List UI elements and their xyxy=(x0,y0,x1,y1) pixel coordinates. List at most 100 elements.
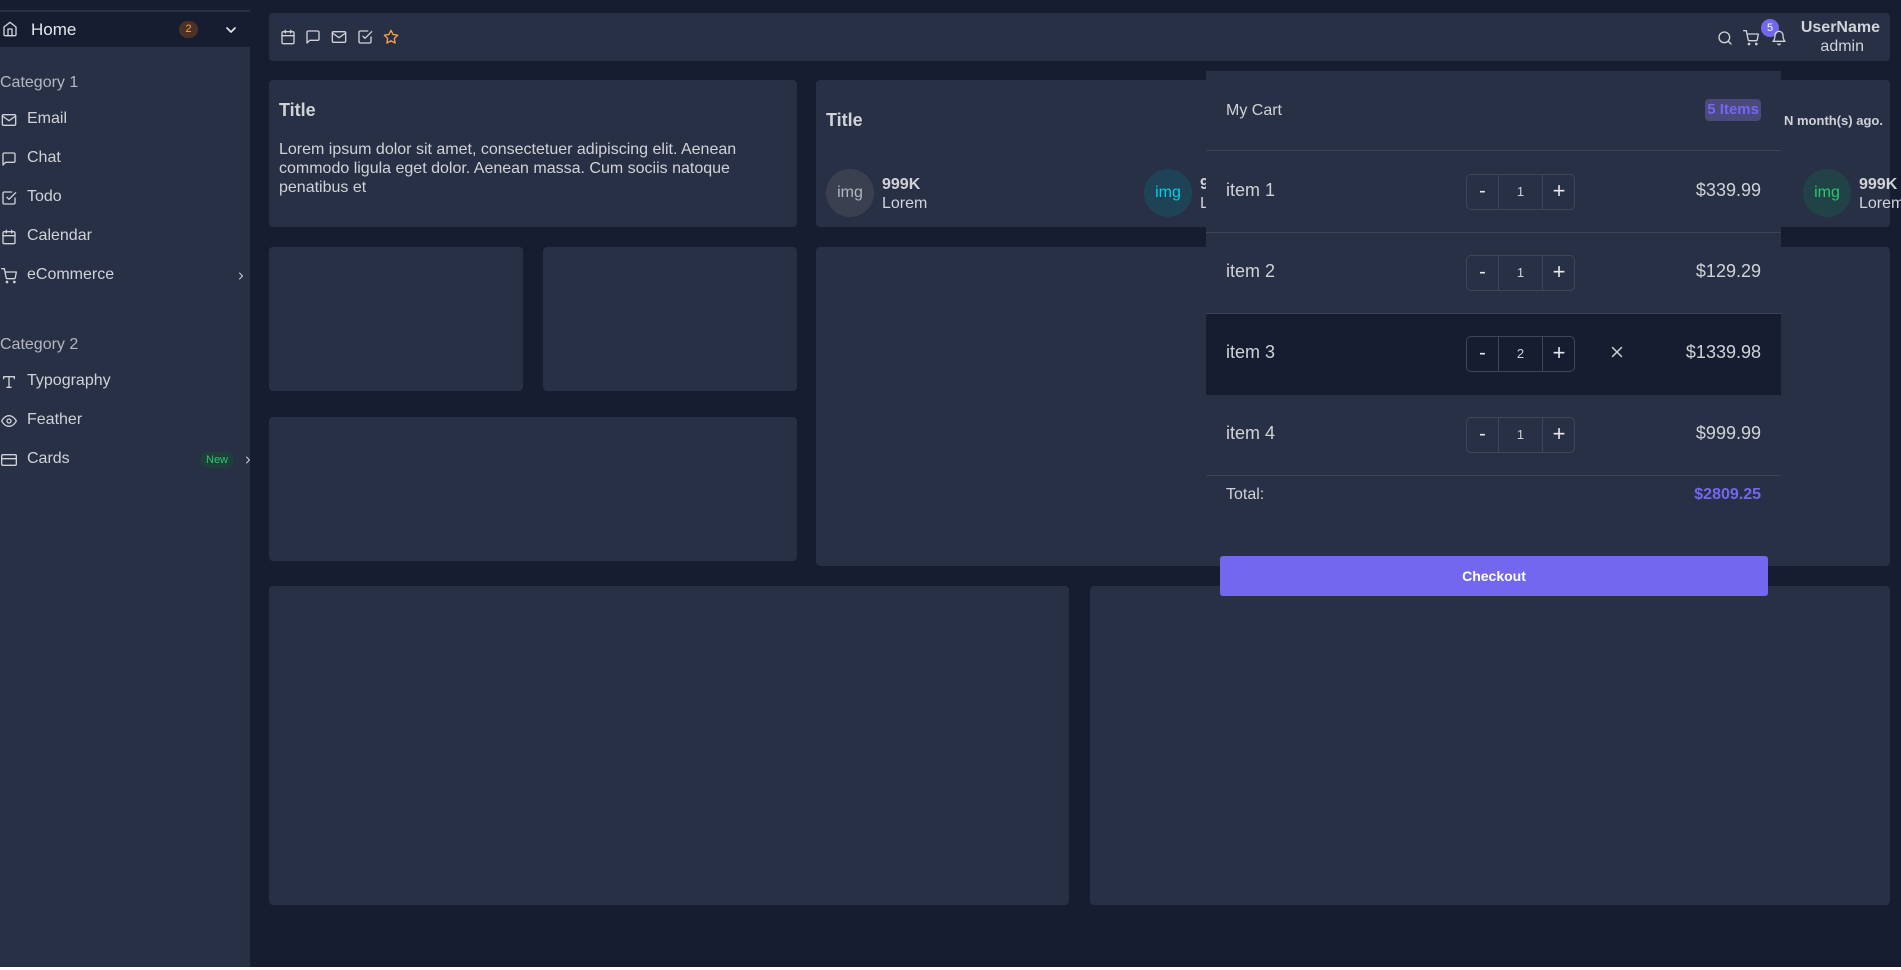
placeholder-card xyxy=(1090,586,1890,905)
shopping-cart-icon[interactable] xyxy=(1743,30,1759,46)
item-price: $339.99 xyxy=(1695,180,1761,200)
mail-icon[interactable] xyxy=(331,29,347,45)
type-icon xyxy=(3,376,15,388)
search-icon[interactable] xyxy=(1717,30,1733,46)
app-root: Home 2 Category 1 Email Chat Todo Calend… xyxy=(0,0,1901,967)
stat-value: 999K xyxy=(882,176,921,193)
sidebar-item-ecommerce[interactable]: eCommerce xyxy=(0,262,250,290)
decrement-button[interactable]: - xyxy=(1467,337,1499,371)
quantity-value[interactable]: 1 xyxy=(1499,175,1542,209)
sidebar-item-label: eCommerce xyxy=(27,266,115,283)
decrement-button[interactable]: - xyxy=(1467,175,1499,209)
calendar-icon[interactable] xyxy=(280,29,296,45)
placeholder-card xyxy=(269,417,797,561)
sidebar-item-label: Home xyxy=(31,20,77,39)
cart-item[interactable]: item 1 - 1 + $339.99 xyxy=(1206,152,1781,233)
sidebar-item-label: Email xyxy=(27,110,68,127)
text-card: Title Lorem ipsum dolor sit amet, consec… xyxy=(269,80,797,227)
sidebar-item-chat[interactable]: Chat xyxy=(0,145,250,173)
home-icon xyxy=(3,21,17,37)
increment-button[interactable]: + xyxy=(1542,256,1575,290)
sidebar-item-cards[interactable]: Cards New xyxy=(0,446,250,474)
quantity-value[interactable]: 1 xyxy=(1499,256,1542,290)
cart-item[interactable]: item 2 - 1 + $129.29 xyxy=(1206,233,1781,314)
sidebar-category-1: Category 1 xyxy=(0,74,79,91)
chevron-right-icon xyxy=(246,456,250,464)
item-name: item 2 xyxy=(1226,261,1276,281)
sidebar-item-email[interactable]: Email xyxy=(0,106,250,134)
placeholder-card xyxy=(543,247,797,391)
check-square-icon xyxy=(2,191,17,205)
check-square-icon[interactable] xyxy=(357,29,373,45)
sidebar-item-label: Feather xyxy=(27,411,83,428)
cart-item[interactable]: item 4 - 1 + $999.99 xyxy=(1206,395,1781,476)
increment-button[interactable]: + xyxy=(1542,175,1575,209)
home-count-badge: 2 xyxy=(179,21,198,38)
increment-button[interactable]: + xyxy=(1542,418,1575,452)
placeholder-card xyxy=(269,247,523,391)
mail-icon xyxy=(1,114,17,126)
item-price: $1339.98 xyxy=(1685,342,1761,362)
calendar-icon xyxy=(2,229,16,245)
cart-title: My Cart xyxy=(1226,102,1282,119)
updated-time: N month(s) ago. xyxy=(1784,113,1883,128)
sidebar-item-typography[interactable]: Typography xyxy=(0,368,250,396)
avatar: img xyxy=(1803,169,1851,217)
quantity-value[interactable]: 1 xyxy=(1499,418,1542,452)
sidebar-header xyxy=(0,0,250,10)
card-title: Title xyxy=(279,100,316,120)
placeholder-card xyxy=(269,586,1069,905)
bell-icon[interactable] xyxy=(1771,30,1787,46)
quantity-stepper: - 1 + xyxy=(1466,255,1575,291)
cart-item[interactable]: item 3 - 2 + $1339.98 xyxy=(1206,314,1781,395)
item-name: item 4 xyxy=(1226,423,1276,443)
quantity-value[interactable]: 2 xyxy=(1499,337,1542,371)
sidebar-item-label: Typography xyxy=(27,372,111,389)
avatar: img xyxy=(1144,169,1192,217)
chevron-down-icon[interactable] xyxy=(223,22,239,38)
avatar: img xyxy=(826,169,874,217)
sidebar-item-label: Cards xyxy=(27,450,70,467)
cart-header: My Cart 5 Items xyxy=(1206,71,1781,151)
eye-icon xyxy=(1,415,17,427)
sidebar-item-home[interactable]: Home 2 xyxy=(0,12,250,47)
decrement-button[interactable]: - xyxy=(1467,418,1499,452)
cart-total: Total: $2809.25 xyxy=(1206,476,1781,516)
sidebar-item-label: Chat xyxy=(27,149,61,166)
item-price: $999.99 xyxy=(1695,423,1761,443)
user-role: admin xyxy=(1820,38,1864,55)
sidebar-item-todo[interactable]: Todo xyxy=(0,184,250,212)
total-label: Total: xyxy=(1226,486,1265,503)
item-price: $129.29 xyxy=(1695,261,1761,281)
decrement-button[interactable]: - xyxy=(1467,256,1499,290)
sidebar-category-2: Category 2 xyxy=(0,336,79,353)
sidebar: Home 2 Category 1 Email Chat Todo Calend… xyxy=(0,0,250,967)
card-title: Title xyxy=(826,110,863,130)
sidebar-item-label: Todo xyxy=(27,188,62,205)
credit-card-icon xyxy=(1,454,17,466)
sidebar-item-feather[interactable]: Feather xyxy=(0,407,250,435)
message-square-icon xyxy=(2,152,16,166)
quantity-stepper: - 1 + xyxy=(1466,417,1575,453)
stat-label: Lorem xyxy=(1859,195,1901,212)
close-icon[interactable] xyxy=(1608,343,1626,361)
new-badge: New xyxy=(200,452,235,468)
chevron-right-icon xyxy=(239,272,243,280)
cart-dropdown: My Cart 5 Items item 1 - 1 + $339.99 ite… xyxy=(1206,71,1781,598)
stat-label: Lorem xyxy=(882,195,928,212)
sidebar-item-calendar[interactable]: Calendar xyxy=(0,223,250,251)
quantity-stepper: - 1 + xyxy=(1466,174,1575,210)
quantity-stepper: - 2 + xyxy=(1466,336,1575,372)
total-value: $2809.25 xyxy=(1694,486,1761,503)
message-square-icon[interactable] xyxy=(305,29,321,45)
shopping-cart-icon xyxy=(1,268,17,284)
top-navbar: 5 UserName admin xyxy=(269,13,1890,61)
user-name: UserName xyxy=(1800,19,1880,36)
star-icon[interactable] xyxy=(383,29,399,45)
card-body-text: Lorem ipsum dolor sit amet, consectetuer… xyxy=(279,141,737,196)
increment-button[interactable]: + xyxy=(1542,337,1575,371)
checkout-button[interactable]: Checkout xyxy=(1220,556,1768,596)
stat-value: 999K xyxy=(1859,176,1898,193)
cart-items-badge: 5 Items xyxy=(1705,99,1761,121)
item-name: item 1 xyxy=(1226,180,1276,200)
